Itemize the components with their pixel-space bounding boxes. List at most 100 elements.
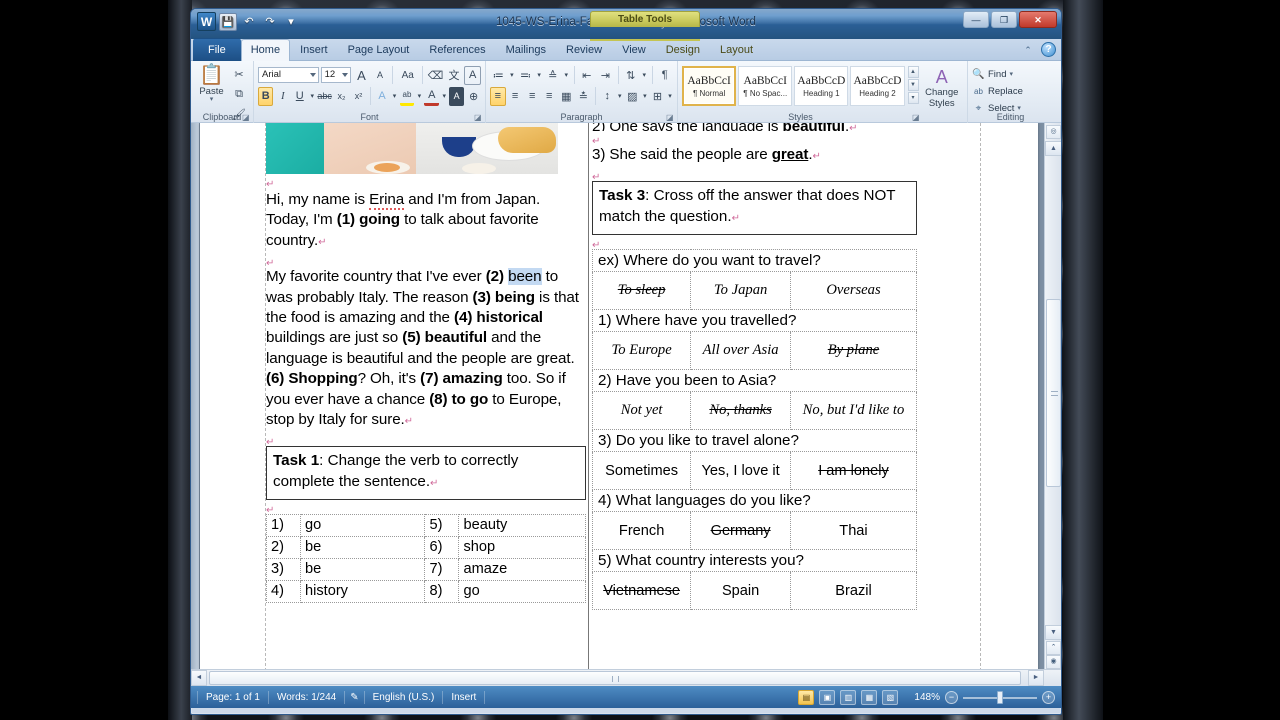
main-paragraph[interactable]: My favorite country that I've ever (2) b…	[266, 267, 586, 432]
horizontal-scrollbar[interactable]: ◄ ►	[191, 669, 1061, 686]
page-indicator[interactable]: Page: 1 of 1	[197, 690, 269, 704]
subscript-button[interactable]: x₂	[334, 87, 349, 106]
tab-layout[interactable]: Layout	[710, 39, 763, 61]
underline-button[interactable]: U	[292, 87, 307, 106]
phonetic-guide-icon[interactable]: 文	[446, 66, 462, 85]
table-row[interactable]: 2) be 6) shop	[266, 536, 586, 560]
option-4-1[interactable]: French	[619, 523, 664, 539]
tab-design[interactable]: Design	[656, 39, 710, 61]
borders-icon[interactable]: ⊞	[650, 87, 665, 106]
numbering-icon[interactable]: ≕	[517, 66, 534, 85]
clipboard-dialog-launcher[interactable]: ◪	[242, 113, 251, 122]
style-no-spacing[interactable]: AaBbCcI ¶ No Spac...	[738, 66, 793, 106]
option-1-1[interactable]: To Europe	[612, 342, 672, 358]
view-draft-button[interactable]: ▧	[882, 689, 899, 705]
proofing-errors-icon[interactable]: ✎	[345, 690, 365, 704]
tab-references[interactable]: References	[419, 39, 495, 61]
multilevel-list-icon[interactable]: ≙	[544, 66, 561, 85]
tab-mailings[interactable]: Mailings	[496, 39, 556, 61]
question-row[interactable]: 4) What languages do you like?	[592, 489, 917, 513]
ans-val-8[interactable]: go	[458, 580, 586, 604]
bullets-icon[interactable]: ≔	[490, 66, 507, 85]
table-row[interactable]: 4) history 8) go	[266, 580, 586, 604]
option-ex-3[interactable]: Overseas	[826, 282, 880, 298]
horizontal-scroll-wrapper[interactable]: ◄ ►	[191, 669, 1061, 686]
styles-scroll-up-icon[interactable]: ▲	[907, 66, 919, 78]
dining-photo[interactable]	[266, 123, 558, 174]
table-row[interactable]: 1) go 5) beauty	[266, 514, 586, 538]
font-color-caret-icon[interactable]: ▾	[441, 87, 447, 106]
show-formatting-marks-icon[interactable]: ¶	[656, 66, 673, 85]
word-count[interactable]: Words: 1/244	[269, 690, 346, 704]
question-row[interactable]: ex) Where do you want to travel?	[592, 249, 917, 273]
find-caret-icon[interactable]: ▾	[1009, 70, 1013, 78]
line-spacing-grid-icon[interactable]: ≛	[576, 87, 591, 106]
option-5-3[interactable]: Brazil	[835, 583, 872, 599]
shading-icon[interactable]: ▨	[625, 87, 640, 106]
highlight-icon[interactable]: ab	[399, 87, 415, 106]
options-row[interactable]: French Germany Thai	[591, 511, 918, 551]
question-row[interactable]: 5) What country interests you?	[592, 549, 917, 573]
align-left-button[interactable]: ≡	[490, 86, 506, 106]
maximize-button[interactable]: ❐	[991, 11, 1017, 28]
enclose-characters-icon[interactable]: ⊕	[466, 87, 481, 106]
table-row[interactable]: 3) be 7) amaze	[266, 558, 586, 582]
replace-button[interactable]: ab Replace	[972, 83, 1049, 99]
select-browse-object-button[interactable]: ◉	[1046, 655, 1061, 669]
ans-val-4[interactable]: history	[299, 580, 426, 604]
multilevel-caret-icon[interactable]: ▾	[563, 66, 570, 85]
font-dialog-launcher[interactable]: ◪	[474, 113, 483, 122]
increase-indent-icon[interactable]: ⇥	[597, 66, 614, 85]
distributed-button[interactable]: ▦	[559, 87, 574, 106]
shrink-font-icon[interactable]: A	[372, 66, 388, 85]
tab-review[interactable]: Review	[556, 39, 612, 61]
vertical-scroll-thumb[interactable]	[1046, 299, 1061, 487]
style-heading-1[interactable]: AaBbCcD Heading 1	[794, 66, 849, 106]
styles-more-icon[interactable]: ▾	[907, 92, 919, 104]
decrease-indent-icon[interactable]: ⇤	[578, 66, 595, 85]
document-area[interactable]: ↵ Hi, my name is Erina and I'm from Japa…	[191, 123, 1061, 686]
find-button[interactable]: 🔍 Find ▾	[972, 66, 1049, 82]
spacing-caret-icon[interactable]: ▾	[617, 87, 623, 106]
vertical-scrollbar[interactable]: ◎ ▲ ▼ ⌃ ◉ ⌄	[1044, 123, 1061, 686]
window-controls[interactable]: — ❐ ✕	[963, 11, 1057, 28]
text-effects-icon[interactable]: A	[375, 87, 390, 106]
tab-file[interactable]: File	[193, 38, 241, 61]
question-row[interactable]: 2) Have you been to Asia?	[592, 369, 917, 393]
underline-caret-icon[interactable]: ▾	[309, 87, 315, 106]
font-name-input[interactable]: Arial	[258, 67, 319, 83]
tab-page-layout[interactable]: Page Layout	[338, 39, 420, 61]
superscript-button[interactable]: x²	[351, 87, 366, 106]
zoom-slider[interactable]	[963, 690, 1037, 704]
status-bar-right[interactable]: ▤ ▣ ▥ ▦ ▧ 148% − +	[798, 689, 1055, 705]
bold-button[interactable]: B	[258, 86, 274, 106]
paste-caret-icon[interactable]: ▾	[210, 96, 214, 103]
zoom-slider-knob[interactable]	[997, 690, 1003, 704]
option-1-2[interactable]: All over Asia	[703, 342, 779, 358]
view-print-layout-button[interactable]: ▤	[798, 689, 815, 705]
options-row[interactable]: Not yet No, thanks No, but I'd like to	[591, 391, 918, 431]
ans-val-5[interactable]: beauty	[458, 514, 586, 538]
font-size-caret-icon[interactable]	[342, 73, 349, 77]
help-button[interactable]: ?	[1041, 42, 1056, 57]
numbering-caret-icon[interactable]: ▾	[536, 66, 543, 85]
ans-val-1[interactable]: go	[299, 514, 426, 538]
option-2-2[interactable]: No, thanks	[709, 402, 771, 418]
options-row[interactable]: Sometimes Yes, I love it I am lonely	[591, 451, 918, 491]
ans-val-6[interactable]: shop	[458, 536, 586, 560]
sort-caret-icon[interactable]: ▾	[641, 66, 648, 85]
align-right-button[interactable]: ≡	[525, 87, 540, 106]
ans-val-7[interactable]: amaze	[458, 558, 586, 582]
option-5-1[interactable]: Vietnamese	[603, 583, 680, 599]
status-bar[interactable]: Page: 1 of 1 Words: 1/244 ✎ English (U.S…	[191, 686, 1061, 708]
document-page[interactable]: ↵ Hi, my name is Erina and I'm from Japa…	[200, 123, 1038, 686]
option-4-3[interactable]: Thai	[839, 523, 867, 539]
question-row[interactable]: 1) Where have you travelled?	[592, 309, 917, 333]
styles-scroll-down-icon[interactable]: ▼	[907, 79, 919, 91]
justify-button[interactable]: ≡	[542, 87, 557, 106]
styles-gallery-nav[interactable]: ▲ ▼ ▾	[907, 66, 919, 104]
scroll-right-button[interactable]: ►	[1028, 670, 1044, 686]
character-border-icon[interactable]: A	[464, 65, 482, 85]
shading-caret-icon[interactable]: ▾	[642, 87, 648, 106]
minimize-button[interactable]: —	[963, 11, 989, 28]
